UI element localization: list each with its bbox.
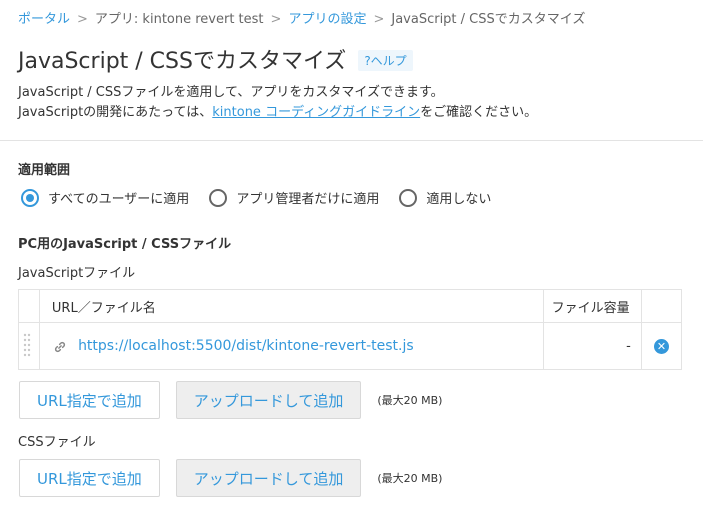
css-max-size-note: (最大20 MB) <box>377 472 443 485</box>
css-files-label: CSSファイル <box>18 435 96 450</box>
css-add-url-button[interactable]: URL指定で追加 <box>19 459 160 497</box>
file-size-cell: - <box>542 322 642 370</box>
breadcrumb-separator: > <box>270 12 282 27</box>
radio-unchecked-icon[interactable] <box>399 188 418 207</box>
file-url-link[interactable]: https://localhost:5500/dist/kintone-reve… <box>78 338 414 354</box>
delete-cell: ✕ <box>640 322 683 370</box>
table-header-row: URL／ファイル名 ファイル容量 <box>18 289 683 323</box>
breadcrumb-current: JavaScript / CSSでカスタマイズ <box>391 12 586 27</box>
breadcrumb: ポータル > アプリ: kintone revert test > アプリの設定 > Jav… <box>18 8 585 27</box>
breadcrumb-app: アプリ: kintone revert test <box>94 12 264 27</box>
css-upload-button[interactable]: アップロードして追加 <box>175 459 362 497</box>
scope-radio-group: すべてのユーザーに適用 アプリ管理者だけに適用 適用しない <box>21 188 511 207</box>
table-row: https://localhost:5500/dist/kintone-reve… <box>18 322 683 370</box>
drag-handle-icon[interactable] <box>19 331 37 361</box>
css-add-buttons: URL指定で追加 アップロードして追加 (最大20 MB) <box>19 459 442 497</box>
link-icon <box>54 341 65 352</box>
scope-option-admins-only[interactable]: アプリ管理者だけに適用 <box>209 188 379 207</box>
title-row: JavaScript / CSSでカスタマイズ ?ヘルプ <box>18 43 413 75</box>
page-title: JavaScript / CSSでカスタマイズ <box>18 49 347 74</box>
drag-column-header <box>18 289 40 323</box>
scope-label: 適用範囲 <box>18 163 71 178</box>
divider <box>0 140 703 141</box>
description-prefix: JavaScriptの開発にあたっては、 <box>18 105 213 120</box>
breadcrumb-portal-link[interactable]: ポータル <box>18 12 70 27</box>
file-name-cell: https://localhost:5500/dist/kintone-reve… <box>38 322 544 370</box>
column-header-size: ファイル容量 <box>542 289 642 323</box>
delete-column-header <box>640 289 683 323</box>
breadcrumb-settings-link[interactable]: アプリの設定 <box>288 12 366 27</box>
breadcrumb-separator: > <box>77 12 88 27</box>
description-line-1: JavaScript / CSSファイルを適用して、アプリをカスタマイズできます… <box>18 85 444 100</box>
column-header-name: URL／ファイル名 <box>38 289 544 323</box>
js-files-label: JavaScriptファイル <box>18 266 136 281</box>
scope-option-none[interactable]: 適用しない <box>399 188 491 207</box>
scope-option-label: すべてのユーザーに適用 <box>48 192 190 207</box>
radio-unchecked-icon[interactable] <box>209 188 228 207</box>
js-max-size-note: (最大20 MB) <box>377 394 443 407</box>
description-suffix: をご確認ください。 <box>420 105 538 120</box>
description-line-2: JavaScriptの開発にあたっては、kintone コーディングガイドライン… <box>18 103 537 123</box>
scope-option-all-users[interactable]: すべてのユーザーに適用 <box>21 188 189 207</box>
page-description: JavaScript / CSSファイルを適用して、アプリをカスタマイズできます… <box>18 83 537 123</box>
delete-file-icon[interactable]: ✕ <box>653 338 669 354</box>
js-add-url-button[interactable]: URL指定で追加 <box>19 381 160 419</box>
drag-handle-cell[interactable] <box>18 322 40 370</box>
js-upload-button[interactable]: アップロードして追加 <box>175 381 362 419</box>
js-add-buttons: URL指定で追加 アップロードして追加 (最大20 MB) <box>19 381 442 419</box>
scope-option-label: アプリ管理者だけに適用 <box>236 192 380 207</box>
radio-checked-icon[interactable] <box>21 188 39 207</box>
scope-option-label: 適用しない <box>426 192 492 207</box>
pc-section-title: PC用のJavaScript / CSSファイル <box>18 237 232 252</box>
js-file-table: URL／ファイル名 ファイル容量 https://localhost:5500/… <box>18 289 683 370</box>
breadcrumb-separator: > <box>373 12 385 27</box>
coding-guideline-link[interactable]: kintone コーディングガイドライン <box>212 105 420 120</box>
help-link[interactable]: ?ヘルプ <box>358 49 413 71</box>
